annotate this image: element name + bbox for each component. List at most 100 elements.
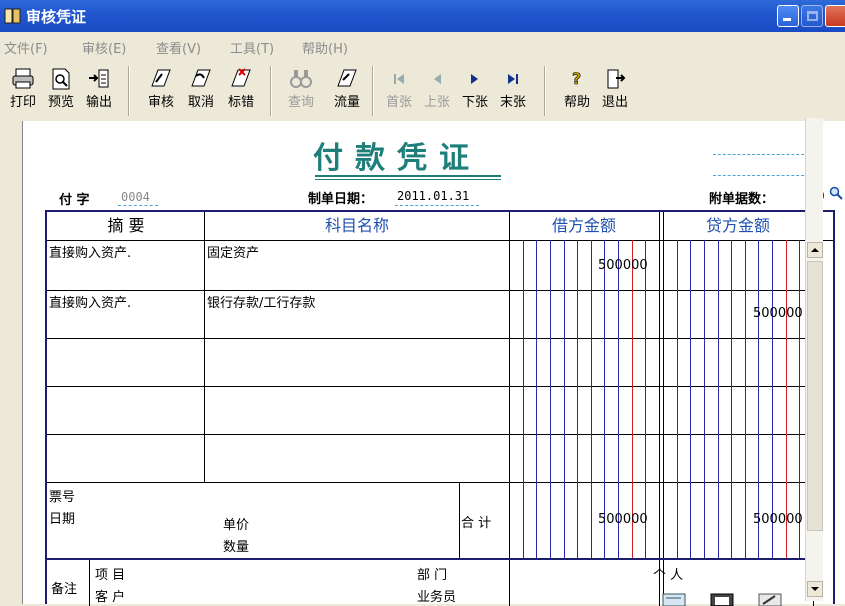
row-2-account[interactable]: 银行存款/工行存款: [207, 292, 315, 311]
mark-error-icon: [231, 68, 251, 87]
salesperson-label: 业务员: [417, 590, 457, 605]
preview-label: 预览: [47, 95, 74, 110]
mark-error-button[interactable]: 标错: [224, 62, 258, 116]
voucher-document: 付款凭证 付 字 0004 制单日期： 2011.01.31 附单据数： 0 摘…: [22, 121, 845, 606]
mark-error-label: 标错: [227, 95, 254, 110]
export-icon: [89, 69, 109, 88]
maximize-icon: [807, 11, 818, 21]
arrow-up-icon: [811, 248, 819, 252]
scroll-up-button[interactable]: [807, 242, 823, 258]
vertical-scrollbar[interactable]: [805, 118, 823, 601]
scroll-down-button[interactable]: [807, 581, 823, 597]
row-2-credit[interactable]: 500000: [753, 306, 803, 321]
amount-digit-grid: [523, 240, 800, 558]
scroll-thumb[interactable]: [807, 261, 823, 531]
first-page-label: 首张: [385, 95, 412, 110]
toolbar-separator: [544, 66, 546, 116]
print-button[interactable]: 打印: [6, 62, 40, 116]
remarks-label: 备注: [51, 582, 78, 597]
maximize-button[interactable]: [801, 5, 823, 27]
toolbar-separator: [128, 66, 130, 116]
audit-button[interactable]: 审核: [144, 62, 178, 116]
date-label: 制单日期：: [308, 192, 374, 207]
toolbar: 打印 预览 输出 审核 取消 标错 查询 流量 首张 上张 下张 末张 ? 帮助…: [0, 62, 845, 122]
title-underline-thin: [315, 179, 501, 180]
total-label: 合 计: [461, 516, 492, 531]
exit-label: 退出: [601, 95, 628, 110]
row-1-account[interactable]: 固定资产: [207, 242, 259, 261]
preview-button[interactable]: 预览: [44, 62, 78, 116]
help-button[interactable]: ? 帮助: [560, 62, 594, 116]
minimize-icon: [783, 18, 791, 21]
date-value[interactable]: 2011.01.31: [397, 189, 469, 203]
total-credit: 500000: [753, 512, 803, 527]
query-button[interactable]: 查询: [284, 62, 318, 116]
footer-divider: [47, 558, 813, 560]
help-label: 帮助: [563, 95, 590, 110]
row-2-summary[interactable]: 直接购入资产.: [49, 292, 131, 311]
menu-help[interactable]: 帮助(H): [302, 38, 348, 57]
quantity-label: 数量: [223, 540, 250, 555]
binoculars-icon: [290, 70, 312, 88]
prev-page-label: 上张: [423, 95, 450, 110]
exit-icon: [607, 69, 626, 89]
voucher-number[interactable]: 0004: [121, 190, 150, 204]
close-button[interactable]: [825, 5, 845, 27]
person-label: 个 人: [653, 568, 684, 583]
window-titlebar[interactable]: 审核凭证: [0, 0, 845, 32]
col-account-header: 科目名称: [324, 216, 389, 235]
search-icon[interactable]: [829, 186, 843, 200]
attachments-label: 附单据数：: [709, 192, 775, 207]
dashed-line: [118, 205, 158, 206]
cancel-audit-icon: [191, 69, 211, 87]
cashflow-label: 流量: [333, 95, 360, 110]
cashflow-icon: [337, 69, 357, 87]
project-label: 项 目: [95, 568, 126, 583]
exit-button[interactable]: 退出: [598, 62, 632, 116]
menu-audit[interactable]: 审核(E): [82, 38, 126, 57]
row-1-debit[interactable]: 500000: [598, 258, 648, 273]
menu-file[interactable]: 文件(F): [4, 38, 48, 57]
menu-bar: 文件(F) 审核(E) 查看(V) 工具(T) 帮助(H): [0, 38, 845, 58]
cashflow-button[interactable]: 流量: [330, 62, 364, 116]
toolbar-separator: [372, 66, 374, 116]
next-page-button[interactable]: 下张: [458, 62, 492, 116]
unit-price-label: 单价: [223, 518, 250, 533]
dashed-line: [713, 154, 809, 155]
ticket-number-label: 票号: [49, 490, 76, 505]
export-button[interactable]: 输出: [82, 62, 116, 116]
dashed-line: [395, 205, 479, 206]
cancel-audit-button[interactable]: 取消: [184, 62, 218, 116]
last-page-label: 末张: [499, 95, 526, 110]
app-book-icon: [4, 8, 21, 24]
minimize-button[interactable]: [777, 5, 799, 27]
remarks-divider: [89, 560, 90, 606]
prev-page-icon: [434, 74, 441, 84]
col-summary-header: 摘 要: [107, 216, 145, 235]
first-page-button[interactable]: 首张: [382, 62, 416, 116]
ticket-date-label: 日期: [49, 512, 76, 527]
window-title: 审核凭证: [26, 8, 87, 26]
col-debit-header: 借方金额: [551, 216, 616, 235]
export-label: 输出: [85, 95, 112, 110]
menu-view[interactable]: 查看(V): [156, 38, 201, 57]
voucher-table: 摘 要 科目名称 借方金额 贷方金额 直接购入资产. 固定资产 500000 5…: [45, 210, 835, 606]
next-page-label: 下张: [461, 95, 488, 110]
col-credit-header: 贷方金额: [705, 216, 770, 235]
department-label: 部 门: [417, 568, 448, 583]
last-page-icon: [508, 74, 518, 84]
toolbar-separator: [270, 66, 272, 116]
title-underline: [315, 175, 501, 177]
customer-label: 客 户: [95, 590, 126, 605]
audit-label: 审核: [147, 95, 174, 110]
first-page-icon: [394, 74, 404, 84]
row-1-summary[interactable]: 直接购入资产.: [49, 242, 131, 261]
voucher-word-label[interactable]: 付 字: [59, 189, 90, 208]
next-page-icon: [471, 74, 478, 84]
voucher-title: 付款凭证: [313, 141, 481, 176]
menu-tools[interactable]: 工具(T): [230, 38, 274, 57]
prev-page-button[interactable]: 上张: [420, 62, 454, 116]
print-label: 打印: [9, 95, 36, 110]
last-page-button[interactable]: 末张: [496, 62, 530, 116]
query-label: 查询: [287, 95, 314, 110]
